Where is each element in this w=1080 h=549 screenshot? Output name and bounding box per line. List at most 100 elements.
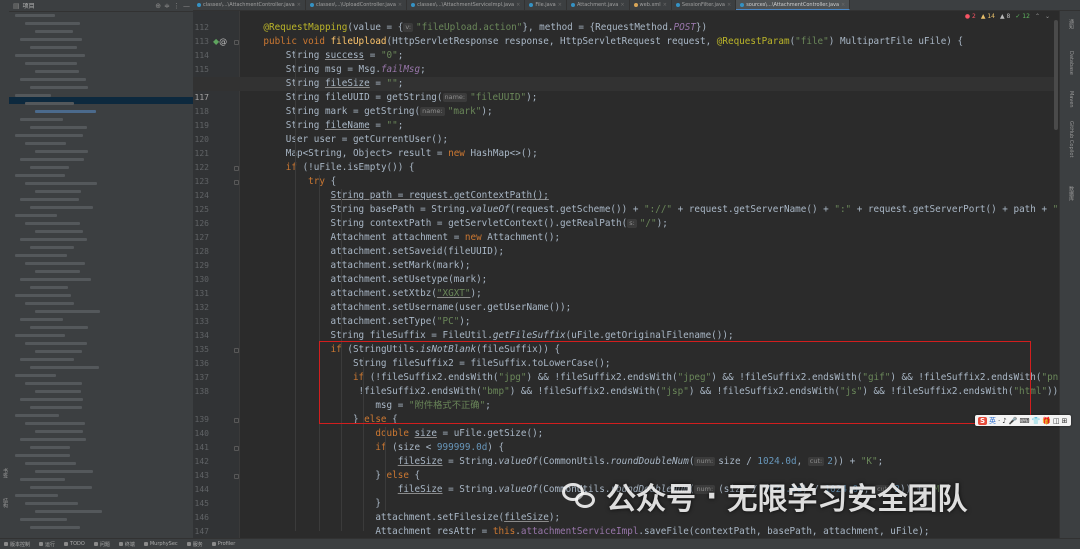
tab-attachment-controller-classes[interactable]: classes\...\AttachmentController.java × <box>193 0 306 10</box>
code-line[interactable]: 121 User user = getCurrentUser(); <box>193 133 1058 158</box>
code-line[interactable]: 124 try { <box>193 175 1058 200</box>
tree-item[interactable] <box>35 310 100 313</box>
tree-item[interactable] <box>20 318 63 321</box>
code-line[interactable]: 139 msg = "附件格式不正确"; <box>193 399 1058 424</box>
close-tab-icon[interactable]: × <box>516 2 520 8</box>
tree-item[interactable] <box>20 158 84 161</box>
code-line[interactable]: 129 attachment.setSaveid(fileUUID); <box>193 245 1058 270</box>
code-line[interactable]: 118 String fileUUID = getString(name: "fi… <box>193 91 1058 116</box>
code-line[interactable]: 147 attachment.setFilesize(fileSize); <box>193 511 1058 536</box>
code-line[interactable]: 138 if (!fileSuffix2.endsWith("jpg") && … <box>193 371 1058 396</box>
tree-item[interactable] <box>30 206 93 209</box>
code-line[interactable]: 137 String fileSuffix2 = fileSuffix.toLo… <box>193 357 1058 382</box>
tree-item[interactable] <box>25 142 66 145</box>
fold-marker[interactable] <box>234 446 239 451</box>
tree-item[interactable] <box>20 238 87 241</box>
error-count[interactable]: ● 2 <box>965 13 976 20</box>
tree-item[interactable] <box>35 270 80 273</box>
close-tab-icon[interactable]: × <box>841 2 845 8</box>
tree-item[interactable] <box>35 230 83 233</box>
tree-item[interactable] <box>15 294 71 297</box>
tab-attachment-java[interactable]: Attachment.java × <box>567 0 630 10</box>
tree-item[interactable] <box>30 326 88 329</box>
ime-punct[interactable]: · <box>998 417 1000 425</box>
code-line[interactable]: 127 String contextPath = getServletConte… <box>193 217 1058 242</box>
tree-item[interactable] <box>15 174 65 177</box>
tree-item[interactable] <box>30 46 77 49</box>
code-line[interactable]: 148 Attachment resAttr = this.attachment… <box>193 525 1058 538</box>
tree-item[interactable] <box>35 430 83 433</box>
inspection-widget[interactable]: ● 2 ▲ 14 ▲ 8 ✓ 12 ⌃ ⌄ <box>965 12 1050 21</box>
chevron-down-icon[interactable]: ⌄ <box>1045 13 1050 20</box>
tab-upload-controller[interactable]: classes\...\UploadController.java × <box>306 0 408 10</box>
close-tab-icon[interactable]: × <box>398 2 402 8</box>
code-line[interactable]: 125 String path = request.getContextPath… <box>193 189 1058 214</box>
tree-item[interactable] <box>15 454 70 457</box>
tree-item[interactable] <box>15 414 59 417</box>
collapse-icon[interactable]: ≑ <box>164 2 170 10</box>
tree-item[interactable] <box>15 134 83 137</box>
music-icon[interactable]: ♪ <box>1002 417 1006 425</box>
tree-item[interactable] <box>25 302 74 305</box>
tree-item[interactable] <box>30 286 68 289</box>
tree-item[interactable] <box>35 30 73 33</box>
tree-item[interactable] <box>30 126 87 129</box>
tree-item[interactable] <box>25 382 82 385</box>
database-tool-window[interactable]: Database <box>1067 51 1074 75</box>
fold-marker[interactable] <box>234 418 239 423</box>
tree-item[interactable] <box>15 94 51 97</box>
code-line[interactable]: 131 attachment.setUsetype(mark); <box>193 273 1058 298</box>
fold-marker[interactable] <box>234 180 239 185</box>
status-profiler[interactable]: Profiler <box>211 541 235 547</box>
code-line[interactable]: 145 fileSize = String.valueOf(CommonUtil… <box>193 483 1058 508</box>
tree-item[interactable] <box>20 398 83 401</box>
close-tab-icon[interactable]: × <box>297 2 301 8</box>
skin-icon[interactable]: 👕 <box>1032 417 1041 425</box>
code-line[interactable]: 134 attachment.setType("PC"); <box>193 315 1058 340</box>
close-tab-icon[interactable]: × <box>558 2 562 8</box>
code-line[interactable]: 140 } else { <box>193 413 1058 438</box>
sogou-logo[interactable]: S <box>978 416 988 425</box>
tree-item[interactable] <box>30 366 99 369</box>
copilot-tool-window[interactable]: GitHub Copilot <box>1067 121 1074 157</box>
status-vcs[interactable]: 版本控制 <box>4 541 30 548</box>
tab-web-xml[interactable]: web.xml × <box>630 0 672 10</box>
code-line[interactable]: 143 fileSize = String.valueOf(CommonUtil… <box>193 455 1058 480</box>
ok-count[interactable]: ✓ 12 <box>1015 13 1030 20</box>
tree-item[interactable] <box>25 502 78 505</box>
tree-item[interactable] <box>15 54 85 57</box>
status-murphysec[interactable]: MurphySec <box>143 541 178 547</box>
status-run[interactable]: 运行 <box>39 541 55 548</box>
code-editor[interactable]: 112 113 @RequestMapping(value = {v: "file… <box>193 11 1058 538</box>
fold-marker[interactable] <box>234 40 239 45</box>
tree-item[interactable] <box>25 62 77 65</box>
settings-icon[interactable]: ⋮ <box>173 2 180 10</box>
code-line[interactable]: 115 String success = "0"; <box>193 49 1058 74</box>
tree-item[interactable] <box>20 78 86 81</box>
code-line[interactable]: 112 <box>193 11 1058 32</box>
tree-item[interactable] <box>25 102 74 105</box>
code-line[interactable]: 130 attachment.setMark(mark); <box>193 259 1058 284</box>
maven-tool-window[interactable]: Maven <box>1067 91 1074 108</box>
tree-item[interactable] <box>15 254 67 257</box>
structure-tool-window[interactable]: 结构 <box>1 498 8 508</box>
code-line[interactable]: 123 if (!uFile.isEmpty()) { <box>193 161 1058 186</box>
minimize-icon[interactable]: — <box>183 2 190 10</box>
close-tab-icon[interactable]: × <box>727 2 731 8</box>
tree-item[interactable] <box>30 486 92 489</box>
tree-item[interactable] <box>25 462 76 465</box>
chevron-up-icon[interactable]: ⌃ <box>1035 13 1040 20</box>
code-line[interactable]: 144 } else { <box>193 469 1058 494</box>
code-line[interactable]: 146 } <box>193 497 1058 522</box>
tree-item[interactable] <box>20 278 91 281</box>
tree-item[interactable] <box>30 246 74 249</box>
code-line[interactable]: 141 double size = uFile.getSize(); <box>193 427 1058 452</box>
db-browser-tool-window[interactable]: 数据库 <box>1067 186 1074 201</box>
tree-item[interactable] <box>15 334 65 337</box>
tab-session-filter[interactable]: SessionFilter.java × <box>672 0 737 10</box>
code-line[interactable]: 136 if (StringUtils.isNotBlank(fileSuffi… <box>193 343 1058 368</box>
code-line[interactable]: 122 Map<String, Object> result = new Has… <box>193 147 1058 172</box>
tree-item[interactable] <box>20 118 63 121</box>
tree-item[interactable] <box>35 110 96 113</box>
tree-item[interactable] <box>25 182 97 185</box>
